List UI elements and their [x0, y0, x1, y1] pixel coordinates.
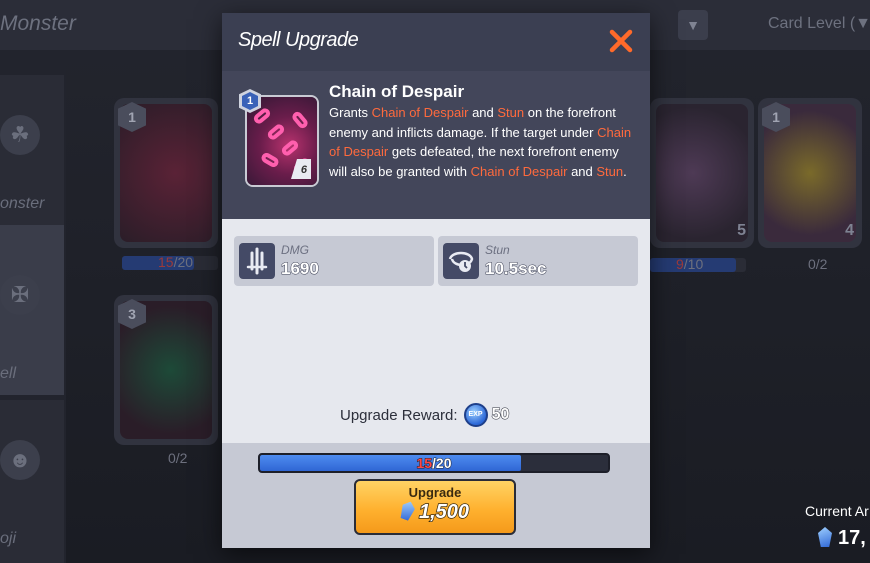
- spell-name: Chain of Despair: [329, 82, 465, 101]
- spell-card[interactable]: 1 4: [758, 98, 862, 248]
- description-text: and: [567, 163, 597, 179]
- stat-label: Stun: [485, 243, 510, 257]
- dialog-title: Spell Upgrade: [238, 29, 359, 51]
- stun-icon: [443, 243, 479, 279]
- stat-value: 10.5sec: [484, 259, 547, 279]
- tab-label: ell: [0, 365, 17, 382]
- stat-value: 1690: [281, 259, 320, 279]
- tab-label: onster: [0, 195, 45, 212]
- card-grade: 4: [845, 222, 854, 239]
- exp-icon: EXP: [463, 403, 488, 427]
- upgrade-footer: 15/20 Upgrade 1,500: [222, 443, 650, 548]
- upgrade-button[interactable]: Upgrade 1,500: [354, 479, 516, 535]
- description-text: and: [468, 105, 498, 120]
- card-progress-text: 0/2: [168, 450, 188, 466]
- stat-label: DMG: [281, 243, 309, 257]
- progress-text: 15/20: [416, 455, 452, 471]
- description-text: Grants: [329, 105, 372, 120]
- upgrade-button-label: Upgrade: [408, 485, 462, 500]
- page-title: Monster: [0, 12, 76, 35]
- emoji-icon: ☻: [0, 440, 40, 480]
- description-text: .: [623, 163, 627, 179]
- gem-icon: [398, 499, 417, 521]
- description-keyword: Stun: [596, 163, 624, 179]
- description-keyword: Chain of Despair: [371, 105, 469, 120]
- spell-card[interactable]: 5: [650, 98, 754, 248]
- description-keyword: Stun: [497, 105, 525, 120]
- card-level: 1: [242, 92, 258, 110]
- currency-label: Current Ar: [805, 503, 869, 519]
- spell-card[interactable]: 3: [114, 295, 218, 445]
- tab-spell[interactable]: ✠ ell: [0, 225, 64, 395]
- stat-dmg: DMG 1690: [234, 236, 434, 286]
- card-grade: 5: [737, 222, 746, 239]
- sword-icon: [239, 243, 275, 279]
- reward-value: 50: [491, 406, 510, 424]
- upgrade-progress-bar: 15/20: [258, 453, 610, 473]
- close-icon[interactable]: [604, 24, 638, 58]
- reward-label: Upgrade Reward:: [340, 406, 458, 424]
- card-progress-text: 0/2: [808, 256, 828, 272]
- gem-icon: [818, 527, 832, 547]
- upgrade-cost: 1,500: [356, 501, 514, 524]
- card-progress-text: 9/10: [676, 256, 704, 272]
- monster-icon: ☘: [0, 115, 40, 155]
- spell-info-panel: 6 1 Chain of Despair Grants Chain of Des…: [222, 71, 650, 219]
- chevron-down-icon[interactable]: ▼: [678, 10, 708, 40]
- spell-icon: ✠: [0, 275, 40, 315]
- card-progress-text: 15/20: [158, 254, 194, 270]
- upgrade-reward: Upgrade Reward: EXP 50: [340, 403, 510, 431]
- spell-description: Grants Chain of Despair and Stun on the …: [329, 103, 634, 181]
- spell-upgrade-dialog: Spell Upgrade 6 1 Chain of Despair Grant…: [222, 13, 650, 548]
- spell-card[interactable]: 1: [114, 98, 218, 248]
- sort-dropdown[interactable]: Card Level (▼: [768, 15, 870, 33]
- tab-label: oji: [0, 530, 17, 547]
- description-keyword: Chain of Despair: [470, 163, 568, 179]
- tab-emoji[interactable]: ☻ oji: [0, 400, 64, 563]
- stat-stun: Stun 10.5sec: [438, 236, 638, 286]
- sidebar: ☘ onster ✠ ell ☻ oji: [0, 55, 66, 563]
- tab-monster[interactable]: ☘ onster: [0, 75, 64, 245]
- dialog-header: Spell Upgrade: [222, 13, 650, 71]
- currency-amount: 17,: [818, 527, 866, 550]
- spell-card-image: 6 1: [239, 89, 323, 189]
